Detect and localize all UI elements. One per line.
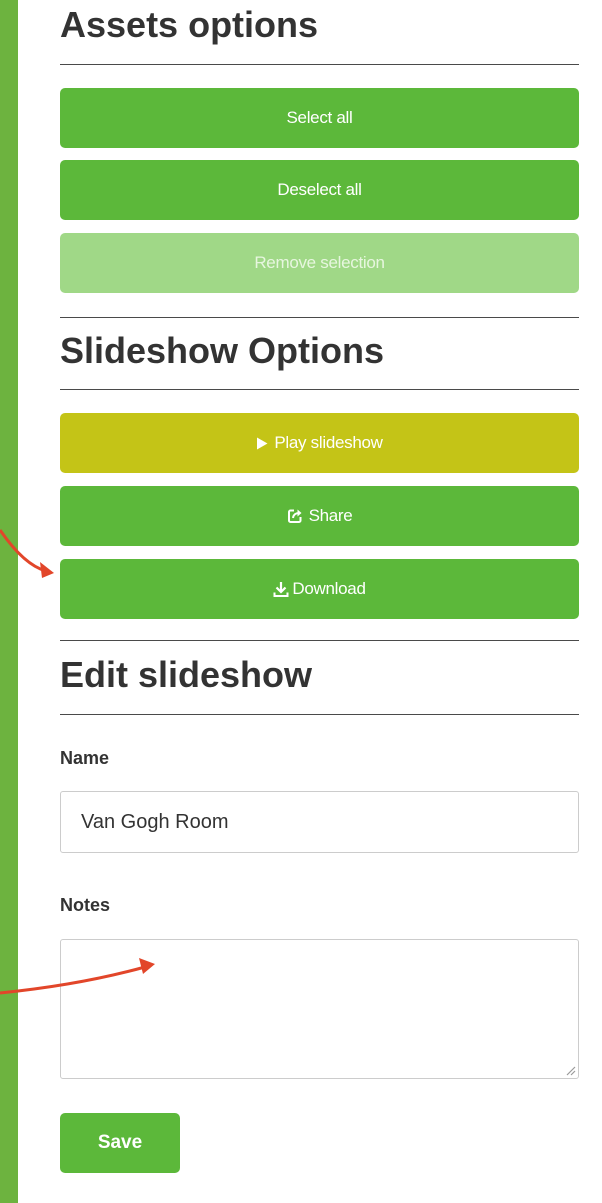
name-input[interactable]: [60, 791, 579, 853]
assets-options-divider: [60, 64, 579, 65]
play-slideshow-label: Play slideshow: [274, 433, 383, 452]
remove-selection-button[interactable]: Remove selection: [60, 233, 579, 293]
select-all-label: Select all: [286, 108, 353, 127]
play-icon: [256, 437, 268, 450]
assets-options-heading: Assets options: [60, 4, 319, 45]
download-button[interactable]: Download: [60, 559, 579, 619]
deselect-all-label: Deselect all: [277, 180, 362, 199]
edit-slideshow-divider: [60, 714, 579, 715]
save-label: Save: [97, 1132, 143, 1153]
share-icon: [287, 508, 303, 524]
share-button[interactable]: Share: [60, 486, 579, 546]
share-label: Share: [308, 506, 353, 525]
edit-slideshow-top-divider: [60, 640, 579, 641]
deselect-all-button[interactable]: Deselect all: [60, 160, 579, 220]
resize-handle-icon[interactable]: [564, 1064, 576, 1076]
slideshow-options-top-divider: [60, 317, 579, 318]
notes-label: Notes: [60, 895, 111, 915]
name-label: Name: [60, 748, 110, 768]
play-slideshow-button[interactable]: Play slideshow: [60, 413, 579, 473]
download-label: Download: [292, 579, 366, 598]
edit-slideshow-heading: Edit slideshow: [60, 654, 313, 695]
download-icon: [273, 581, 289, 598]
select-all-button[interactable]: Select all: [60, 88, 579, 148]
slideshow-options-divider: [60, 389, 579, 390]
save-button[interactable]: Save: [60, 1113, 180, 1173]
remove-selection-label: Remove selection: [254, 253, 385, 272]
notes-textarea[interactable]: [60, 939, 579, 1079]
slideshow-options-heading: Slideshow Options: [60, 330, 385, 371]
